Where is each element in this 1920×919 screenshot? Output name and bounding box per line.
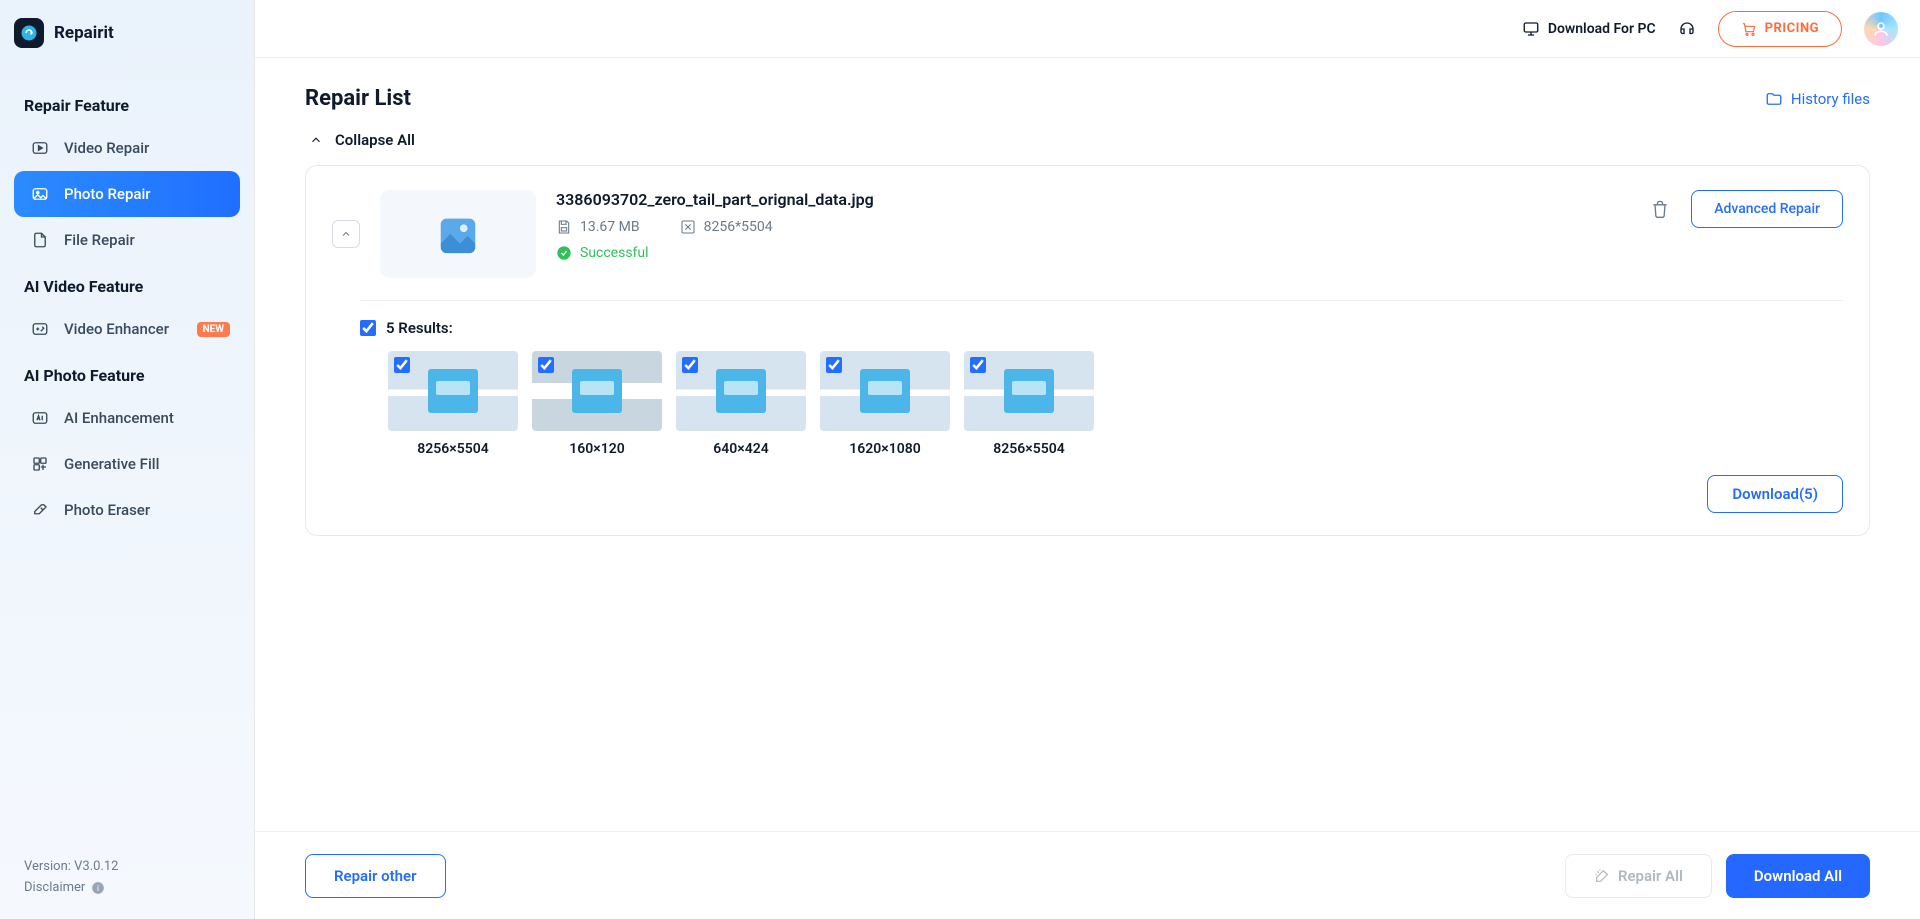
result-dimension: 160×120: [569, 441, 624, 457]
results-grid: 8256×5504 160×120 640×424: [388, 351, 1843, 457]
result-checkbox[interactable]: [682, 357, 698, 373]
chevron-up-icon: [340, 228, 352, 240]
support-icon[interactable]: [1678, 20, 1696, 38]
ai-icon: [30, 408, 50, 428]
result-checkbox[interactable]: [538, 357, 554, 373]
image-placeholder-icon: [435, 211, 481, 257]
user-icon: [1872, 20, 1890, 38]
result-item: 8256×5504: [964, 351, 1094, 457]
result-item: 8256×5504: [388, 351, 518, 457]
new-badge: NEW: [197, 322, 230, 337]
logo: Repairit: [14, 18, 240, 48]
repair-card: 3386093702_zero_tail_part_orignal_data.j…: [305, 165, 1870, 536]
sidebar-item-generative-fill[interactable]: Generative Fill: [14, 441, 240, 487]
disclaimer-link[interactable]: Disclaimer i: [24, 880, 230, 895]
result-dimension: 640×424: [713, 441, 768, 457]
result-checkbox[interactable]: [394, 357, 410, 373]
file-thumbnail: [380, 190, 536, 278]
footer-bar: Repair other Repair All Download All: [255, 831, 1920, 919]
history-files-link[interactable]: History files: [1765, 90, 1870, 108]
nav-label: Photo Eraser: [64, 501, 150, 519]
download-selected-button[interactable]: Download(5): [1707, 475, 1843, 513]
file-size: 13.67 MB: [556, 219, 640, 235]
page-title: Repair List: [305, 86, 411, 111]
sidebar-item-video-repair[interactable]: Video Repair: [14, 125, 240, 171]
chevron-up-icon: [309, 133, 323, 147]
result-thumbnail[interactable]: [532, 351, 662, 431]
result-checkbox[interactable]: [826, 357, 842, 373]
content: Repair List History files Collapse All 3…: [255, 58, 1920, 831]
sidebar-item-ai-enhancement[interactable]: AI Enhancement: [14, 395, 240, 441]
nav-label: AI Enhancement: [64, 409, 174, 427]
result-thumbnail[interactable]: [820, 351, 950, 431]
result-dimension: 8256×5504: [417, 441, 488, 457]
nav-label: Video Repair: [64, 139, 149, 157]
fill-icon: [30, 454, 50, 474]
headset-icon: [1678, 20, 1696, 38]
monitor-icon: [1522, 20, 1540, 38]
sidebar-item-video-enhancer[interactable]: Video Enhancer NEW: [14, 306, 240, 352]
wand-icon: [1594, 868, 1610, 884]
sidebar-item-photo-repair[interactable]: Photo Repair: [14, 171, 240, 217]
status-successful: Successful: [556, 245, 1629, 261]
section-ai-photo: AI Photo Feature: [24, 366, 230, 385]
result-item: 640×424: [676, 351, 806, 457]
sidebar: Repairit Repair Feature Video Repair Pho…: [0, 0, 255, 919]
dimensions-icon: [680, 219, 696, 235]
result-item: 160×120: [532, 351, 662, 457]
sidebar-item-photo-eraser[interactable]: Photo Eraser: [14, 487, 240, 533]
trash-icon: [1650, 199, 1670, 219]
folder-icon: [1765, 90, 1783, 108]
download-all-button[interactable]: Download All: [1726, 854, 1870, 898]
nav-label: File Repair: [64, 231, 135, 249]
collapse-all[interactable]: Collapse All: [309, 131, 1870, 149]
section-repair-feature: Repair Feature: [24, 96, 230, 115]
disk-icon: [556, 219, 572, 235]
result-thumbnail[interactable]: [676, 351, 806, 431]
topbar: Download For PC PRICING: [255, 0, 1920, 58]
main: Download For PC PRICING Repair List Hist…: [255, 0, 1920, 919]
result-thumbnail[interactable]: [388, 351, 518, 431]
sidebar-footer: Version: V3.0.12 Disclaimer i: [14, 859, 240, 901]
repair-other-button[interactable]: Repair other: [305, 854, 446, 898]
collapse-item-button[interactable]: [332, 220, 360, 248]
version-label: Version: V3.0.12: [24, 859, 230, 874]
logo-icon: [14, 18, 44, 48]
advanced-repair-button[interactable]: Advanced Repair: [1691, 190, 1843, 228]
pricing-button[interactable]: PRICING: [1718, 11, 1842, 47]
divider: [360, 300, 1843, 301]
enhancer-icon: [30, 319, 50, 339]
result-thumbnail[interactable]: [964, 351, 1094, 431]
nav-label: Video Enhancer: [64, 320, 169, 338]
result-checkbox[interactable]: [970, 357, 986, 373]
photo-icon: [30, 184, 50, 204]
video-icon: [30, 138, 50, 158]
result-dimension: 1620×1080: [849, 441, 920, 457]
avatar[interactable]: [1864, 12, 1898, 46]
cart-icon: [1741, 21, 1757, 37]
file-icon: [30, 230, 50, 250]
file-name: 3386093702_zero_tail_part_orignal_data.j…: [556, 190, 1629, 209]
result-dimension: 8256×5504: [993, 441, 1064, 457]
nav-label: Generative Fill: [64, 455, 159, 473]
results-count: 5 Results:: [386, 319, 453, 337]
section-ai-video: AI Video Feature: [24, 277, 230, 296]
delete-button[interactable]: [1649, 198, 1671, 220]
download-for-pc[interactable]: Download For PC: [1522, 20, 1656, 38]
sidebar-item-file-repair[interactable]: File Repair: [14, 217, 240, 263]
eraser-icon: [30, 500, 50, 520]
svg-text:i: i: [97, 882, 99, 892]
file-dimensions: 8256*5504: [680, 219, 773, 235]
repair-all-button: Repair All: [1565, 854, 1712, 898]
nav-label: Photo Repair: [64, 185, 151, 203]
result-item: 1620×1080: [820, 351, 950, 457]
select-all-results-checkbox[interactable]: [360, 320, 376, 336]
check-circle-icon: [556, 245, 572, 261]
app-name: Repairit: [54, 23, 114, 43]
